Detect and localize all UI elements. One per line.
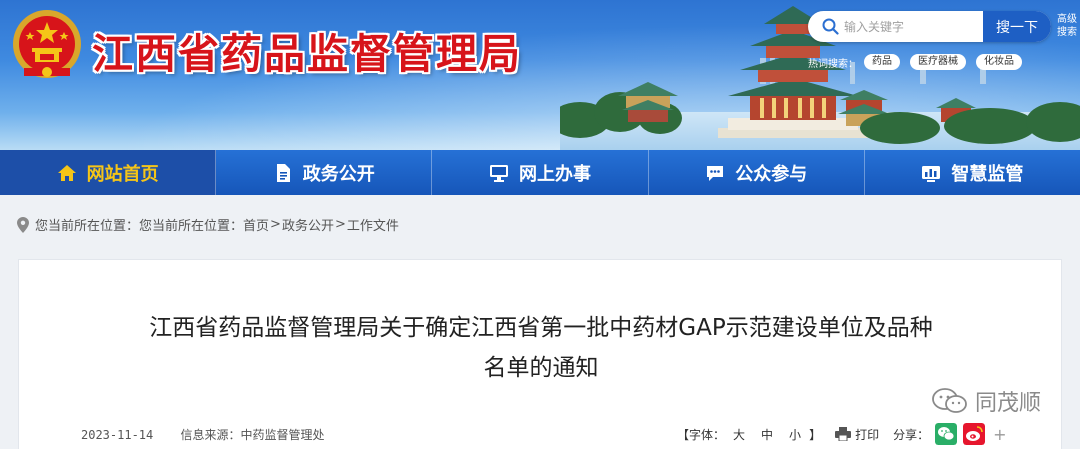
breadcrumb-government-affairs[interactable]: 政务公开 (282, 215, 334, 234)
monitor-icon (490, 164, 508, 182)
hot-search-label: 热词搜索： (808, 58, 858, 70)
hot-tag-medical-devices[interactable]: 医疗器械 (910, 54, 966, 70)
site-title: 江西省药品监督管理局 (92, 30, 522, 78)
font-size-small[interactable]: 小 (789, 426, 801, 443)
nav-item-government-affairs[interactable]: 政务公开 (216, 150, 433, 195)
nav-item-label: 网上办事 (519, 163, 591, 185)
chat-icon (707, 165, 724, 181)
breadcrumb-home[interactable]: 首页 (243, 215, 269, 234)
document-icon (276, 163, 290, 182)
font-size-close: 】 (809, 427, 822, 442)
breadcrumb: 您当前所在位置：您当前所在位置： 首页 > 政务公开 > 工作文件 (17, 215, 399, 234)
article-card: 江西省药品监督管理局关于确定江西省第一批中药材GAP示范建设单位及品种 名单的通… (18, 259, 1062, 449)
breadcrumb-separator: > (270, 217, 281, 232)
article-meta: 2023-11-14 信息来源：中药监督管理处 (81, 426, 325, 443)
site-header: 江西省药品监督管理局 搜一下 高级搜索 热词搜索： 药品 医疗器械 化妆品 (0, 0, 1080, 150)
wechat-watermark-icon (932, 388, 967, 413)
nav-item-smart-supervision[interactable]: 智慧监管 (865, 150, 1080, 195)
nav-item-label: 公众参与 (735, 163, 808, 185)
printer-icon (835, 427, 852, 441)
search-button[interactable]: 搜一下 (983, 11, 1051, 42)
main-nav: 网站首页 政务公开 网上办事 公众参与 智慧监管 (0, 150, 1080, 195)
nav-item-online-services[interactable]: 网上办事 (432, 150, 649, 195)
print-label: 打印 (855, 427, 880, 442)
hot-tag-drugs[interactable]: 药品 (864, 54, 900, 70)
share-label: 分享： (893, 427, 930, 442)
watermark-text: 同茂顺 (975, 391, 1042, 416)
share-more-button[interactable]: + (993, 425, 1006, 444)
weibo-share-icon[interactable] (963, 423, 986, 445)
font-size-large[interactable]: 大 (733, 426, 745, 443)
article-title-line-1: 江西省药品监督管理局关于确定江西省第一批中药材GAP示范建设单位及品种 (149, 315, 933, 341)
nav-item-label: 政务公开 (302, 163, 375, 185)
info-source: 信息来源：中药监督管理处 (180, 428, 325, 442)
article-title-line-2: 名单的通知 (483, 355, 599, 381)
wechat-share-icon[interactable] (935, 423, 958, 445)
breadcrumb-work-documents[interactable]: 工作文件 (347, 215, 399, 234)
hot-search: 热词搜索： 药品 医疗器械 化妆品 (808, 53, 1032, 71)
watermark: 同茂顺 (931, 385, 1041, 417)
hot-tag-cosmetics[interactable]: 化妆品 (976, 54, 1022, 70)
home-icon (57, 164, 76, 181)
search-icon (822, 18, 839, 35)
search-box: 搜一下 (808, 11, 1051, 42)
location-pin-icon (17, 216, 29, 233)
nav-item-label: 网站首页 (86, 163, 159, 185)
font-size-label: 【字体： (677, 427, 726, 442)
font-size-medium[interactable]: 中 (761, 426, 773, 443)
print-button[interactable]: 打印 (835, 426, 879, 443)
breadcrumb-prefix: 您当前所在位置：您当前所在位置： (35, 219, 244, 234)
publish-date: 2023-11-14 (81, 428, 154, 442)
dashboard-icon (922, 165, 941, 182)
article-title: 江西省药品监督管理局关于确定江西省第一批中药材GAP示范建设单位及品种 名单的通… (89, 308, 993, 388)
nav-item-public-participation[interactable]: 公众参与 (649, 150, 865, 195)
breadcrumb-separator: > (334, 217, 346, 232)
national-emblem-logo (13, 10, 81, 78)
article-tools: 【字体： 大 中 小 】 打印 分享： + (677, 423, 1007, 445)
search-input[interactable] (844, 11, 984, 42)
nav-item-home[interactable]: 网站首页 (0, 150, 217, 195)
advanced-search-link[interactable]: 高级搜索 (1057, 13, 1077, 39)
breadcrumb-bar: 您当前所在位置：您当前所在位置： 首页 > 政务公开 > 工作文件 (0, 195, 1080, 257)
nav-item-label: 智慧监管 (951, 163, 1024, 185)
